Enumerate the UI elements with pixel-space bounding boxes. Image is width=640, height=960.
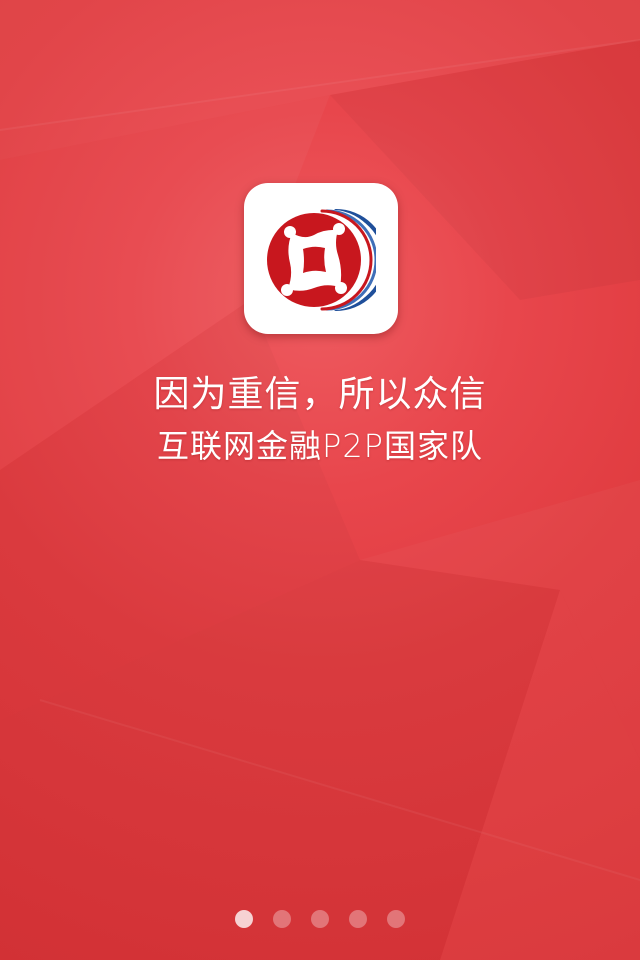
page-dot-1[interactable] (235, 910, 253, 928)
slogan-line-2: 互联网金融P2P国家队 (157, 427, 483, 465)
splash-screen[interactable]: 因为重信，所以众信 互联网金融P2P国家队 (0, 0, 640, 960)
slogan-line-1: 因为重信，所以众信 (153, 374, 487, 415)
page-dot-2[interactable] (273, 910, 291, 928)
page-indicator[interactable] (0, 910, 640, 930)
app-logo (244, 183, 398, 334)
page-dot-3[interactable] (311, 910, 329, 928)
page-dot-4[interactable] (349, 910, 367, 928)
background-facets (0, 0, 640, 881)
page-dot-5[interactable] (387, 910, 405, 928)
zhongxin-coin-logo-icon (267, 209, 376, 311)
